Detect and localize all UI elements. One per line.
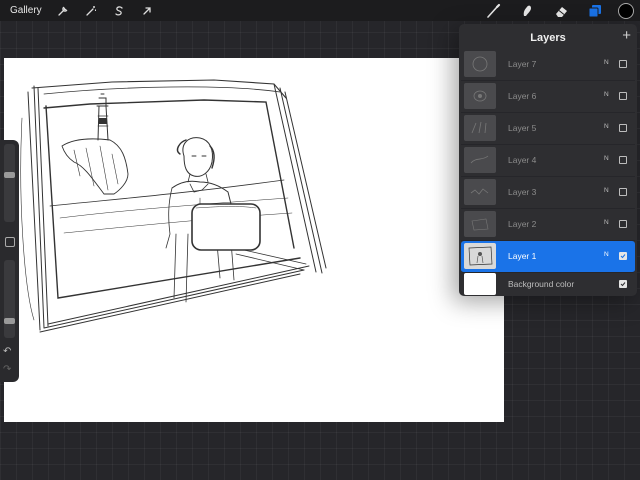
background-color-row[interactable]: Background color: [461, 270, 635, 296]
layer-row-6[interactable]: Layer 6 N: [461, 81, 635, 113]
layer-visibility-checkbox[interactable]: [619, 188, 627, 196]
background-visibility-checkbox[interactable]: [619, 280, 627, 288]
layer-thumbnail: [464, 115, 496, 141]
modify-button[interactable]: [5, 237, 15, 247]
transform-arrow-icon[interactable]: [140, 4, 154, 18]
layer-name: Layer 3: [508, 187, 537, 197]
blend-mode-button[interactable]: N: [604, 219, 609, 226]
opacity-slider[interactable]: [4, 260, 15, 338]
magic-wand-icon[interactable]: [84, 4, 98, 18]
layer-visibility-checkbox[interactable]: [619, 156, 627, 164]
layer-row-5[interactable]: Layer 5 N: [461, 113, 635, 145]
layer-visibility-checkbox[interactable]: [619, 60, 627, 68]
layer-name: Layer 4: [508, 155, 537, 165]
layer-row-3[interactable]: Layer 3 N: [461, 177, 635, 209]
color-swatch[interactable]: [618, 2, 634, 19]
blend-mode-button[interactable]: N: [604, 251, 609, 258]
background-color-label: Background color: [508, 279, 575, 289]
blend-mode-button[interactable]: N: [604, 123, 609, 130]
layer-name: Layer 6: [508, 91, 537, 101]
top-toolbar: Gallery: [0, 0, 640, 21]
left-sidebar: ↶ ↷: [0, 140, 19, 382]
eraser-icon[interactable]: [552, 2, 570, 20]
blend-mode-button[interactable]: N: [604, 155, 609, 162]
layer-row-2[interactable]: Layer 2 N: [461, 209, 635, 241]
layers-panel-title: Layers: [530, 32, 566, 44]
sketch-artwork: [20, 79, 327, 333]
background-color-swatch: [464, 273, 496, 295]
layer-name: Layer 5: [508, 123, 537, 133]
gallery-button[interactable]: Gallery: [10, 5, 42, 16]
brush-icon[interactable]: [484, 2, 502, 20]
brush-size-slider[interactable]: [4, 144, 15, 222]
blend-mode-button[interactable]: N: [604, 187, 609, 194]
layer-row-4[interactable]: Layer 4 N: [461, 145, 635, 177]
layer-name: Layer 7: [508, 59, 537, 69]
selection-s-icon[interactable]: [112, 4, 126, 18]
layers-icon[interactable]: [586, 2, 604, 20]
add-layer-button[interactable]: +: [622, 28, 631, 43]
right-toolbar: [468, 0, 640, 21]
layer-thumbnail: [464, 211, 496, 237]
brush-size-slider-thumb[interactable]: [4, 172, 15, 178]
drawing-canvas[interactable]: [4, 58, 504, 422]
layers-panel: Layers + Layer 7 N Layer 6 N Layer 5 N L…: [459, 24, 637, 296]
blend-mode-button[interactable]: N: [604, 91, 609, 98]
layer-thumbnail: [464, 147, 496, 173]
layer-visibility-checkbox[interactable]: [619, 252, 627, 260]
undo-icon[interactable]: ↶: [3, 346, 11, 357]
layer-visibility-checkbox[interactable]: [619, 220, 627, 228]
layer-name: Layer 2: [508, 219, 537, 229]
layer-thumbnail: [464, 83, 496, 109]
opacity-slider-thumb[interactable]: [4, 318, 15, 324]
wrench-icon[interactable]: [56, 4, 70, 18]
layer-visibility-checkbox[interactable]: [619, 124, 627, 132]
layers-panel-header: Layers +: [459, 24, 637, 51]
layer-row-1[interactable]: Layer 1 N: [461, 241, 635, 273]
layer-thumbnail: [464, 51, 496, 77]
redo-icon[interactable]: ↷: [3, 364, 11, 375]
layer-thumbnail: [464, 243, 496, 269]
smudge-icon[interactable]: [518, 2, 536, 20]
layer-row-7[interactable]: Layer 7 N: [461, 49, 635, 81]
layer-visibility-checkbox[interactable]: [619, 92, 627, 100]
layer-thumbnail: [464, 179, 496, 205]
blend-mode-button[interactable]: N: [604, 59, 609, 66]
layer-name: Layer 1: [508, 251, 537, 261]
